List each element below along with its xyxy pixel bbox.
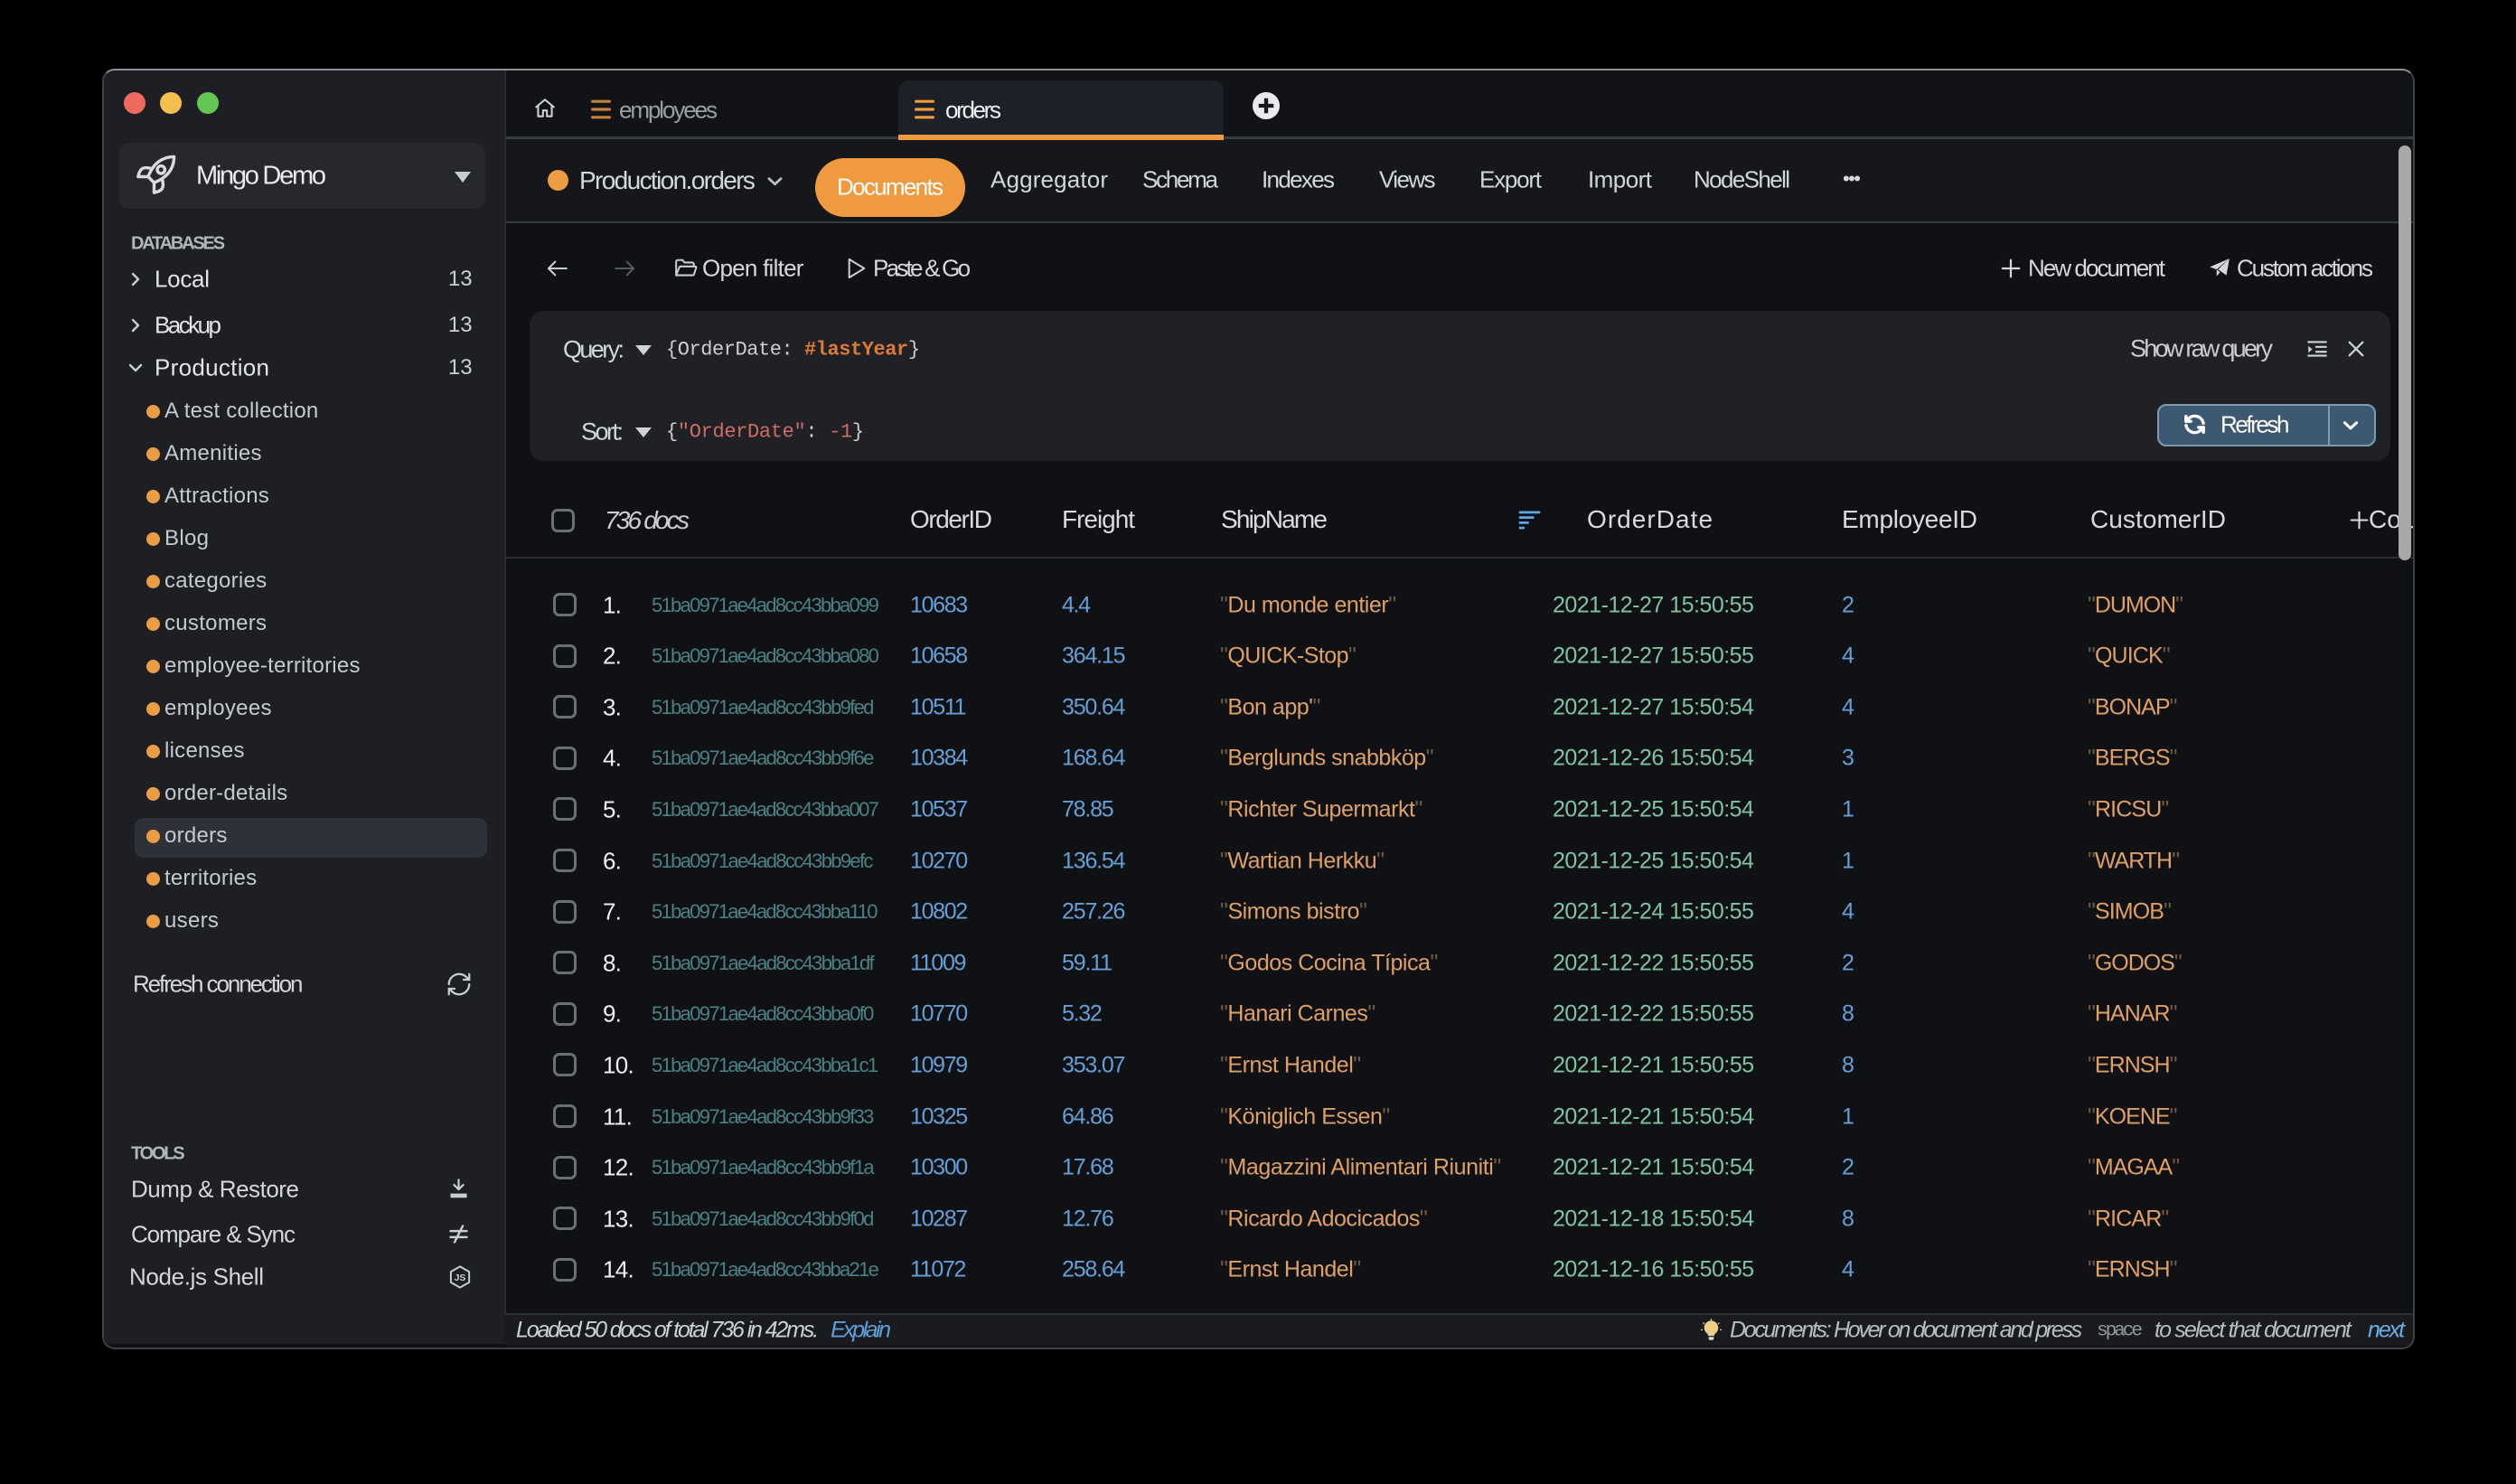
svg-text:JS: JS <box>455 1273 466 1283</box>
